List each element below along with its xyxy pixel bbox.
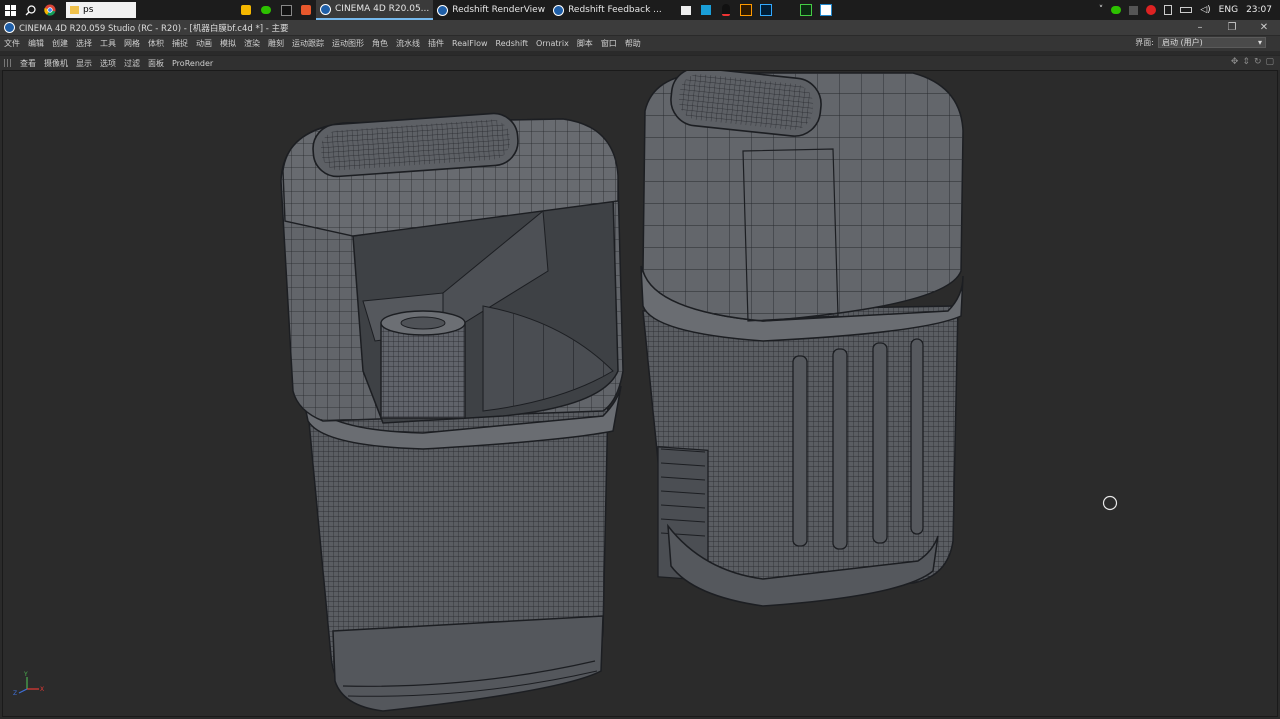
cinema4d-logo-icon xyxy=(4,22,15,33)
app-blue-3-icon[interactable] xyxy=(816,0,836,20)
viewport-menu-options[interactable]: 选项 xyxy=(96,58,120,69)
restore-icon[interactable]: ❐ xyxy=(1216,20,1248,35)
menu-volume[interactable]: 体积 xyxy=(144,38,168,49)
menu-mograph[interactable]: 运动图形 xyxy=(328,38,368,49)
wechat-tray-icon[interactable] xyxy=(1111,6,1122,14)
menu-script[interactable]: 脚本 xyxy=(573,38,597,49)
menu-plugins[interactable]: 插件 xyxy=(424,38,448,49)
viewport-canvas: Y X Z xyxy=(13,71,1118,712)
taskbar-app-redshift-renderview[interactable]: Redshift RenderView xyxy=(433,0,549,20)
menu-select[interactable]: 选择 xyxy=(72,38,96,49)
wechat-icon[interactable] xyxy=(256,0,276,20)
taskbar-search-input[interactable]: ps xyxy=(66,2,136,18)
battery-tray-icon[interactable] xyxy=(1180,7,1193,13)
search-icon[interactable] xyxy=(20,0,40,20)
clock[interactable]: 23:07 xyxy=(1246,5,1272,15)
move-view-icon[interactable]: ✥ xyxy=(1231,57,1239,67)
main-menubar: 文件 编辑 创建 选择 工具 网格 体积 捕捉 动画 模拟 渲染 雕刻 运动跟踪… xyxy=(0,36,1280,51)
viewport-menu-panel[interactable]: 面板 xyxy=(144,58,168,69)
viewport-menubar: 查看 摄像机 显示 选项 过滤 面板 ProRender ✥ ⇕ ↻ ▢ xyxy=(0,55,1280,70)
right-machine-model[interactable] xyxy=(640,71,964,607)
menu-tools[interactable]: 工具 xyxy=(96,38,120,49)
network-tray-icon[interactable] xyxy=(1129,5,1139,15)
app-orange-icon[interactable] xyxy=(296,0,316,20)
photoshop-icon[interactable] xyxy=(756,0,776,20)
illustrator-icon[interactable] xyxy=(736,0,756,20)
menu-animate[interactable]: 动画 xyxy=(192,38,216,49)
axis-gizmo: Y X Z xyxy=(13,671,44,697)
menu-window[interactable]: 窗口 xyxy=(597,38,621,49)
bluetooth-tray-icon[interactable] xyxy=(1164,5,1173,15)
redshift-icon xyxy=(553,4,565,16)
axis-y-label: Y xyxy=(23,671,28,678)
photos-icon[interactable] xyxy=(676,0,696,20)
menu-redshift[interactable]: Redshift xyxy=(492,39,532,48)
menu-help[interactable]: 帮助 xyxy=(621,38,645,49)
minimize-icon[interactable]: – xyxy=(1184,20,1216,35)
layout-label: 界面: xyxy=(1135,38,1154,47)
taskbar-app-cinema4d[interactable]: CINEMA 4D R20.05... xyxy=(316,0,434,20)
qq-icon[interactable] xyxy=(716,0,736,20)
viewport-menu-cameras[interactable]: 摄像机 xyxy=(40,58,72,69)
app-3-icon[interactable] xyxy=(696,0,716,20)
redshift-icon xyxy=(437,4,449,16)
viewport-menu-filter[interactable]: 过滤 xyxy=(120,58,144,69)
volume-tray-icon[interactable]: ◁) xyxy=(1200,5,1210,15)
viewport-nav-controls: ✥ ⇕ ↻ ▢ xyxy=(1231,57,1274,67)
grip-icon xyxy=(4,59,12,67)
viewport-menu-view[interactable]: 查看 xyxy=(16,58,40,69)
window-titlebar: CINEMA 4D R20.059 Studio (RC - R20) - [机… xyxy=(0,20,1280,35)
menu-character[interactable]: 角色 xyxy=(368,38,392,49)
menu-simulate[interactable]: 模拟 xyxy=(216,38,240,49)
app-yellow-icon[interactable] xyxy=(236,0,256,20)
language-indicator[interactable]: ENG xyxy=(1219,5,1238,15)
menu-pipeline[interactable]: 流水线 xyxy=(392,38,424,49)
window-controls: – ❐ ✕ xyxy=(1184,20,1280,35)
cursor-icon xyxy=(1102,495,1118,511)
axis-z-label: Z xyxy=(13,690,17,697)
menu-render[interactable]: 渲染 xyxy=(240,38,264,49)
rotate-view-icon[interactable]: ↻ xyxy=(1254,57,1262,67)
viewport-menu-prorender[interactable]: ProRender xyxy=(168,59,217,68)
menu-file[interactable]: 文件 xyxy=(0,38,24,49)
taskbar: ps CINEMA 4D R20.05... Redshift RenderVi… xyxy=(0,0,1280,20)
app-red-tray-icon[interactable] xyxy=(1146,5,1157,15)
viewport-menu-display[interactable]: 显示 xyxy=(72,58,96,69)
menu-edit[interactable]: 编辑 xyxy=(24,38,48,49)
maximize-view-icon[interactable]: ▢ xyxy=(1265,57,1274,67)
menu-realflow[interactable]: RealFlow xyxy=(448,39,492,48)
system-tray: ˅ ◁) ENG 23:07 xyxy=(1099,0,1280,20)
menu-sculpt[interactable]: 雕刻 xyxy=(264,38,288,49)
chevron-up-icon[interactable]: ˅ xyxy=(1099,5,1104,15)
menu-motion-tracking[interactable]: 运动跟踪 xyxy=(288,38,328,49)
close-icon[interactable]: ✕ xyxy=(1248,20,1280,35)
menu-create[interactable]: 创建 xyxy=(48,38,72,49)
left-model-cylinder[interactable] xyxy=(380,310,466,419)
window-title: CINEMA 4D R20.059 Studio (RC - R20) - [机… xyxy=(19,23,289,34)
layout-dropdown[interactable]: 启动 (用户) ▾ xyxy=(1158,37,1266,48)
menu-ornatrix[interactable]: Ornatrix xyxy=(532,39,573,48)
menu-snap[interactable]: 捕捉 xyxy=(168,38,192,49)
cinema4d-icon xyxy=(320,3,331,15)
pt-icon[interactable] xyxy=(796,0,816,20)
menu-mesh[interactable]: 网格 xyxy=(120,38,144,49)
3d-viewport[interactable]: Y X Z xyxy=(2,70,1278,717)
left-machine-model[interactable] xyxy=(280,112,624,712)
app-black-icon[interactable] xyxy=(276,0,296,20)
windows-start-icon[interactable] xyxy=(0,0,20,20)
layout-selector: 界面: 启动 (用户) ▾ xyxy=(1135,37,1266,48)
folder-icon xyxy=(70,6,79,14)
taskbar-app-redshift-feedback[interactable]: Redshift Feedback ... xyxy=(549,0,666,20)
axis-x-label: X xyxy=(40,686,44,693)
chevron-down-icon: ▾ xyxy=(1257,38,1262,47)
chrome-icon[interactable] xyxy=(40,0,60,20)
dolly-view-icon[interactable]: ⇕ xyxy=(1242,57,1250,67)
